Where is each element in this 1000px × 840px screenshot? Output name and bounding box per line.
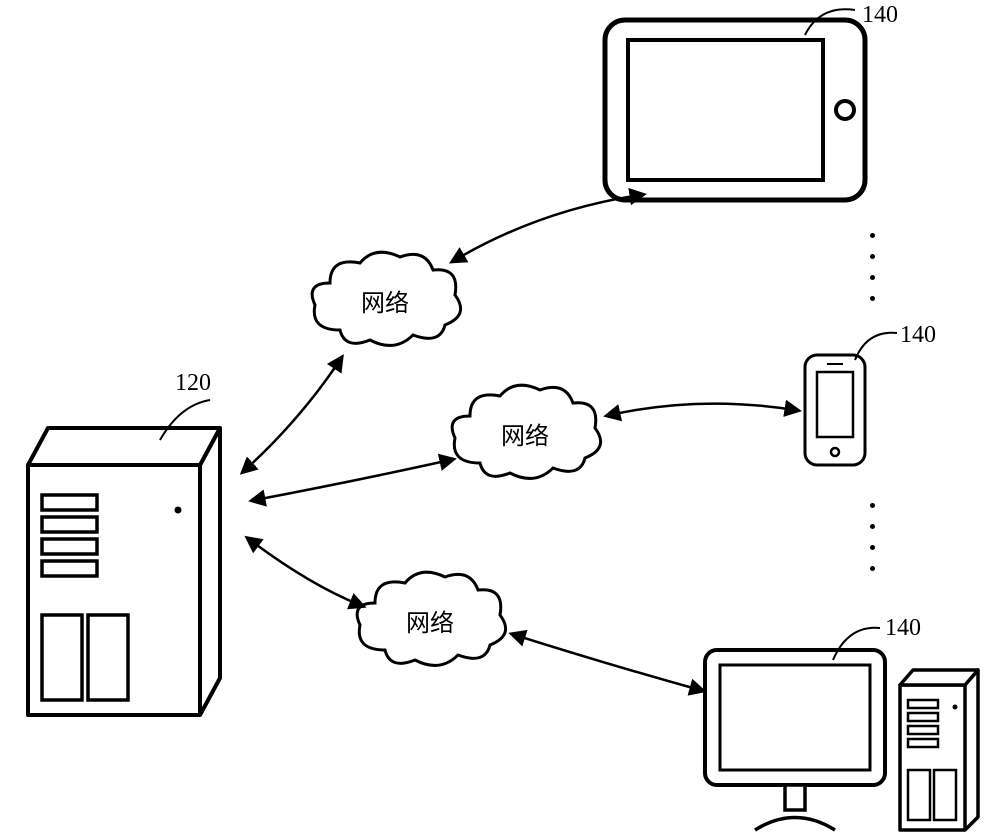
ellipsis-top (870, 225, 875, 309)
ellipsis-bottom (870, 495, 875, 579)
network-topology-diagram: 120 140 140 (0, 0, 1000, 837)
connection-arrows (0, 0, 1000, 837)
